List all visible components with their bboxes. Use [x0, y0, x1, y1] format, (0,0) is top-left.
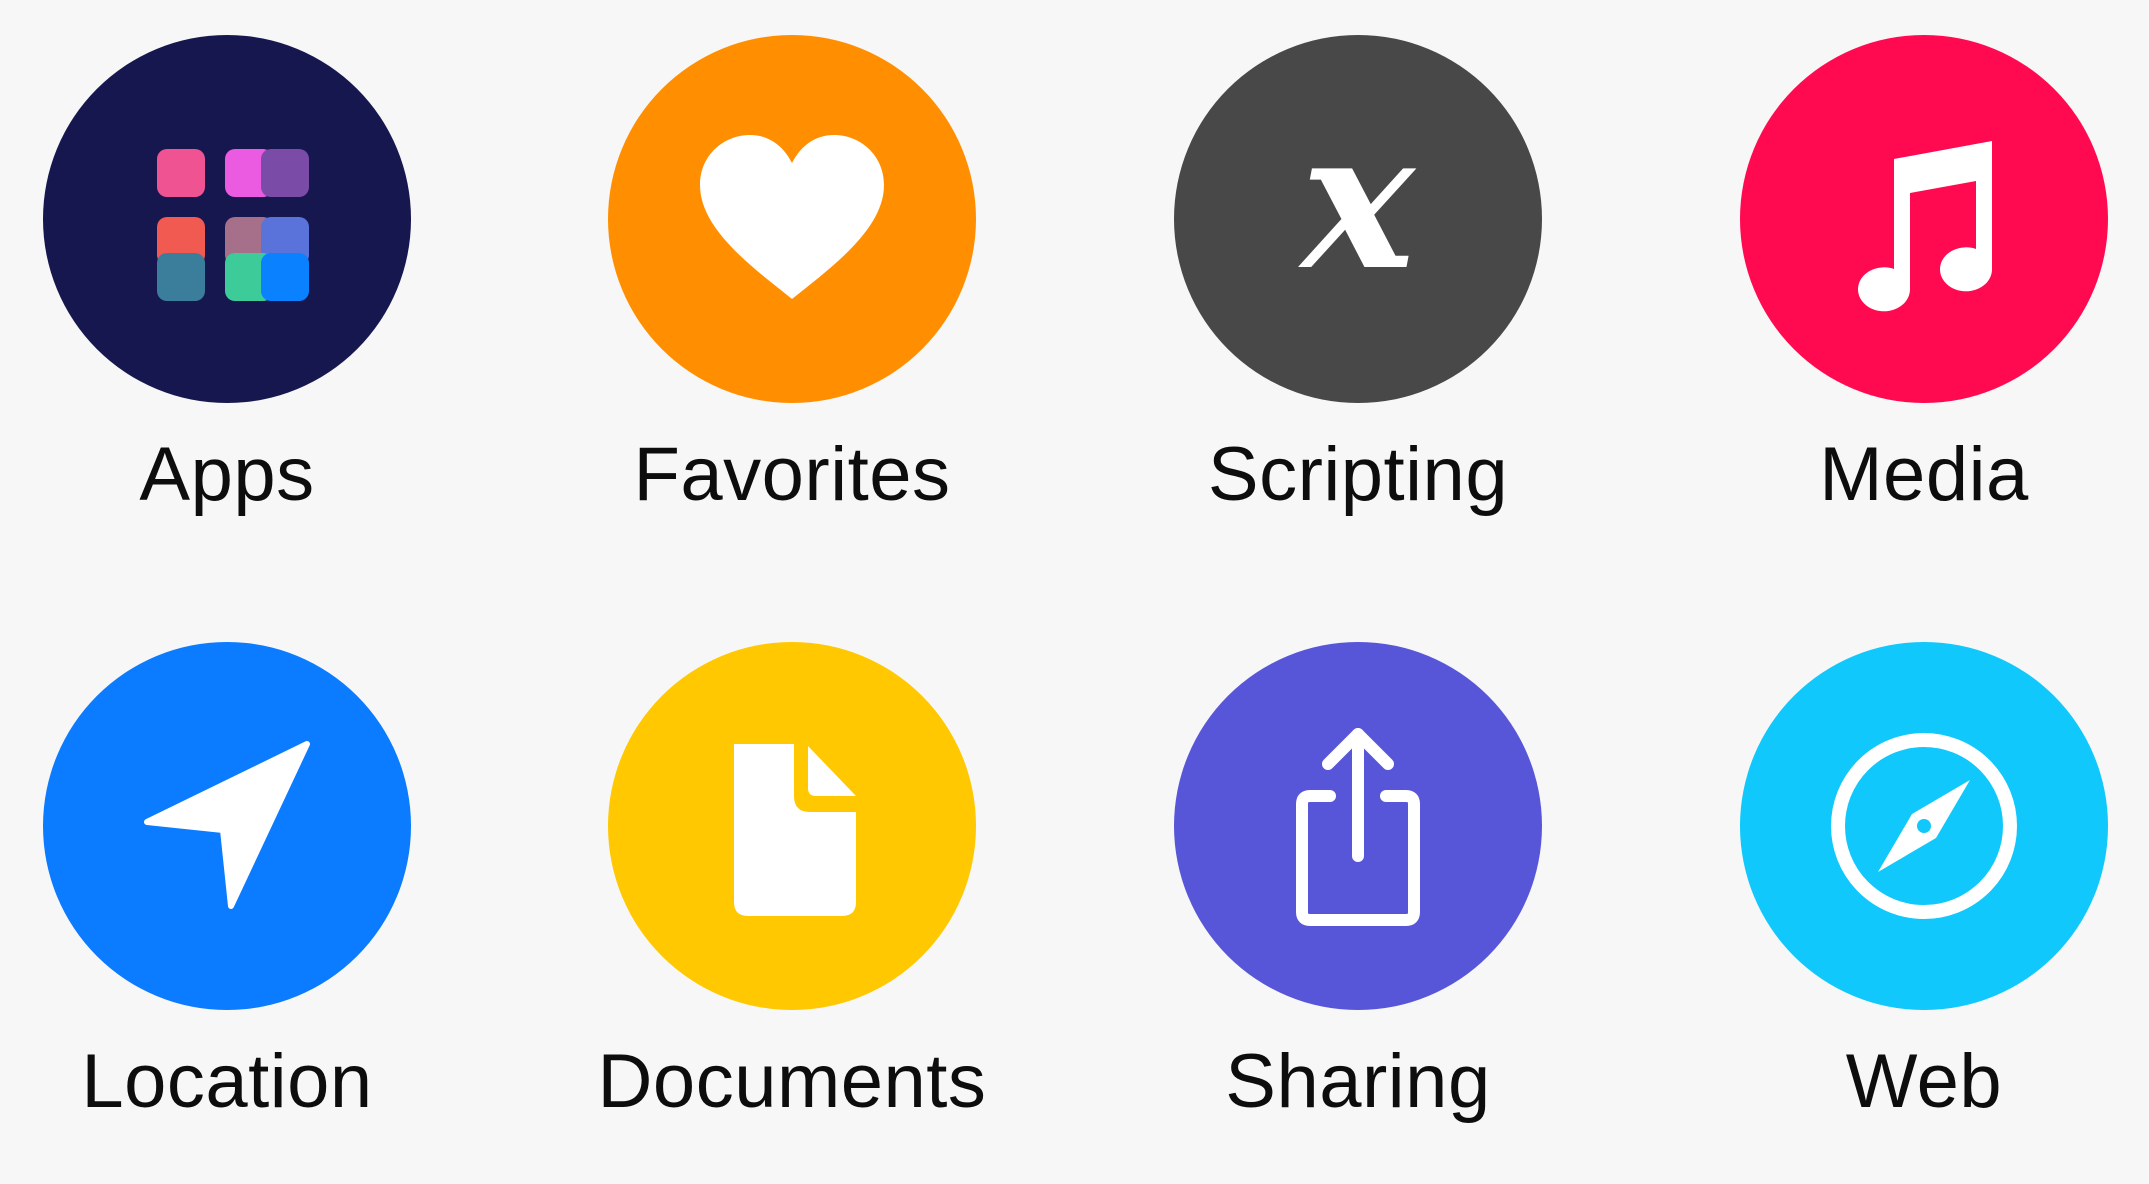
category-location[interactable]: Location — [0, 642, 477, 1162]
apps-grid-icon — [157, 149, 309, 301]
category-label: Documents — [597, 1039, 987, 1124]
category-web[interactable]: Web — [1674, 642, 2149, 1162]
category-scripting[interactable]: x Scripting — [1108, 35, 1608, 555]
share-icon — [1296, 728, 1420, 926]
sharing-circle[interactable] — [1174, 642, 1542, 1010]
heart-icon — [700, 135, 884, 299]
location-circle[interactable] — [43, 642, 411, 1010]
apps-circle[interactable] — [43, 35, 411, 403]
category-grid: Apps Favorites x Scripting Media Locatio… — [0, 0, 2149, 1184]
web-circle[interactable] — [1740, 642, 2108, 1010]
category-label: Sharing — [1225, 1039, 1491, 1124]
compass-icon — [1831, 733, 2017, 919]
category-label: Apps — [139, 432, 315, 517]
category-media[interactable]: Media — [1674, 35, 2149, 555]
favorites-circle[interactable] — [608, 35, 976, 403]
category-label: Favorites — [633, 432, 951, 517]
category-apps[interactable]: Apps — [0, 35, 477, 555]
category-label: Web — [1845, 1039, 2003, 1124]
media-circle[interactable] — [1740, 35, 2108, 403]
music-note-icon — [1858, 141, 1993, 312]
category-label: Media — [1819, 432, 2029, 517]
category-label: Location — [81, 1039, 373, 1124]
document-icon — [734, 744, 856, 916]
category-documents[interactable]: Documents — [542, 642, 1042, 1162]
variable-x-icon: x — [1297, 119, 1417, 312]
documents-circle[interactable] — [608, 642, 976, 1010]
category-label: Scripting — [1207, 432, 1509, 517]
scripting-circle[interactable]: x — [1174, 35, 1542, 403]
svg-text:x: x — [1297, 119, 1417, 312]
category-favorites[interactable]: Favorites — [542, 35, 1042, 555]
location-arrow-icon — [144, 741, 310, 909]
category-sharing[interactable]: Sharing — [1108, 642, 1608, 1162]
